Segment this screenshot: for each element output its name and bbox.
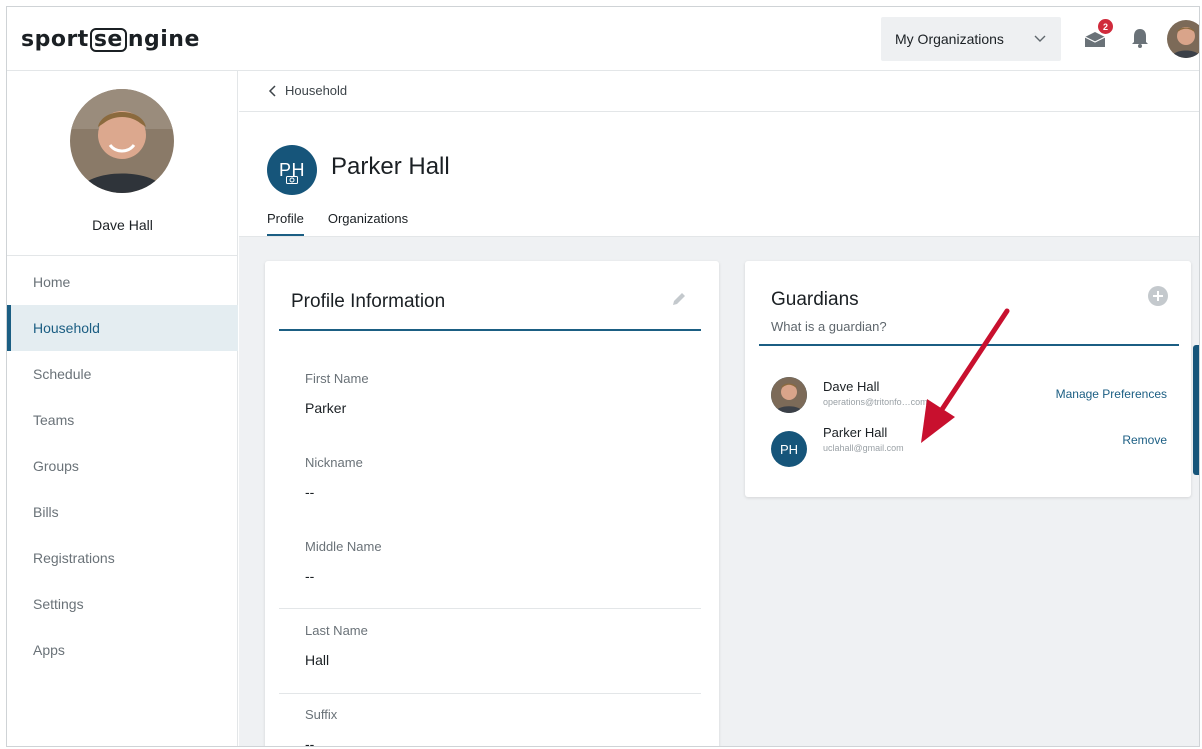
field-label: Last Name xyxy=(305,623,368,638)
user-menu-avatar[interactable] xyxy=(1167,20,1199,58)
add-guardian-button[interactable] xyxy=(1147,285,1169,307)
sidebar-item-label: Groups xyxy=(33,458,79,474)
what-is-guardian-link[interactable]: What is a guardian? xyxy=(771,319,887,334)
tab-profile[interactable]: Profile xyxy=(267,211,304,236)
sidebar-nav: Home Household Schedule Teams Groups Bil… xyxy=(7,259,238,673)
nickname-field: Nickname -- xyxy=(305,455,363,500)
guardian-avatar: PH xyxy=(771,431,807,467)
suffix-field: Suffix -- xyxy=(305,707,338,747)
middle-name-field: Middle Name -- xyxy=(305,539,382,584)
field-divider xyxy=(279,608,701,609)
annotation-arrow-icon xyxy=(921,308,1010,443)
sidebar-item-apps[interactable]: Apps xyxy=(7,627,238,673)
breadcrumb-back-link[interactable]: Household xyxy=(267,83,347,98)
field-value: -- xyxy=(305,568,315,584)
messages-button[interactable]: 2 xyxy=(1081,19,1113,53)
side-panel-tab[interactable] xyxy=(1193,345,1199,475)
sidebar: Dave Hall Home Household Schedule Teams … xyxy=(7,71,238,746)
sidebar-item-settings[interactable]: Settings xyxy=(7,581,238,627)
organizations-dropdown-label: My Organizations xyxy=(895,31,1004,47)
profile-tabs: Profile Organizations xyxy=(267,211,408,236)
tab-organizations[interactable]: Organizations xyxy=(328,211,408,236)
remove-guardian-link[interactable]: Remove xyxy=(1122,433,1167,447)
guardians-title: Guardians xyxy=(771,289,859,310)
camera-icon xyxy=(286,176,298,184)
sidebar-item-registrations[interactable]: Registrations xyxy=(7,535,238,581)
logo-text-sport: sport xyxy=(21,27,89,52)
person-header: Household PH Parker Hall Profile Organiz… xyxy=(239,71,1199,237)
chevron-down-icon xyxy=(1034,35,1046,42)
guardian-avatar xyxy=(771,377,807,413)
field-value: -- xyxy=(305,736,315,747)
logo-text-se: se xyxy=(89,28,127,52)
field-divider xyxy=(279,693,701,694)
field-label: Nickname xyxy=(305,455,363,470)
sidebar-item-label: Bills xyxy=(33,504,59,520)
first-name-field: First Name Parker xyxy=(305,371,369,416)
sidebar-item-label: Schedule xyxy=(33,366,92,382)
sidebar-item-bills[interactable]: Bills xyxy=(7,489,238,535)
messages-badge: 2 xyxy=(1098,19,1113,34)
main-content: Household PH Parker Hall Profile Organiz… xyxy=(239,71,1199,747)
user-photo-icon xyxy=(771,377,807,413)
guardian-email: uclahall@gmail.com xyxy=(823,443,904,453)
last-name-field: Last Name Hall xyxy=(305,623,368,668)
sidebar-item-schedule[interactable]: Schedule xyxy=(7,351,238,397)
top-bar: sport se ngine My Organizations 2 xyxy=(7,7,1199,71)
field-label: Middle Name xyxy=(305,539,382,554)
breadcrumb-label: Household xyxy=(285,83,348,98)
sidebar-item-label: Household xyxy=(33,320,100,336)
organizations-dropdown[interactable]: My Organizations xyxy=(881,17,1061,61)
profile-card-title: Profile Information xyxy=(291,291,446,312)
sidebar-divider xyxy=(7,255,238,256)
notifications-button[interactable] xyxy=(1125,23,1155,53)
sidebar-item-label: Home xyxy=(33,274,71,290)
bell-icon xyxy=(1132,29,1148,48)
sidebar-item-label: Settings xyxy=(33,596,84,612)
page-title: Parker Hall xyxy=(331,153,450,180)
breadcrumb-divider xyxy=(239,111,1199,112)
sidebar-user-name: Dave Hall xyxy=(92,217,153,233)
user-photo-icon xyxy=(1167,20,1199,58)
guardian-initials: PH xyxy=(779,441,799,457)
guardian-name: Dave Hall xyxy=(823,379,880,394)
field-value: Parker xyxy=(305,400,347,416)
guardian-name: Parker Hall xyxy=(823,425,888,440)
sidebar-item-label: Registrations xyxy=(33,550,115,566)
field-value: -- xyxy=(305,484,315,500)
pencil-icon[interactable] xyxy=(669,289,689,309)
chevron-left-icon xyxy=(268,84,276,97)
sidebar-item-teams[interactable]: Teams xyxy=(7,397,238,443)
sidebar-item-groups[interactable]: Groups xyxy=(7,443,238,489)
sidebar-item-label: Apps xyxy=(33,642,65,658)
sidebar-item-home[interactable]: Home xyxy=(7,259,238,305)
field-value: Hall xyxy=(305,652,330,668)
user-photo-icon xyxy=(70,89,174,193)
field-label: First Name xyxy=(305,371,369,386)
manage-preferences-link[interactable]: Manage Preferences xyxy=(1056,387,1167,401)
profile-card-divider xyxy=(279,329,701,331)
app-window: sport se ngine My Organizations 2 Dave H… xyxy=(6,6,1200,747)
sportsengine-logo[interactable]: sport se ngine xyxy=(21,27,200,52)
logo-text-ngine: ngine xyxy=(127,27,200,52)
sidebar-item-household[interactable]: Household xyxy=(7,305,238,351)
sidebar-item-label: Teams xyxy=(33,412,75,428)
person-avatar[interactable]: PH xyxy=(267,145,317,195)
field-label: Suffix xyxy=(305,707,338,722)
sidebar-user-avatar[interactable] xyxy=(70,89,174,193)
profile-information-card: Profile Information First Name Parker Ni… xyxy=(265,261,719,747)
